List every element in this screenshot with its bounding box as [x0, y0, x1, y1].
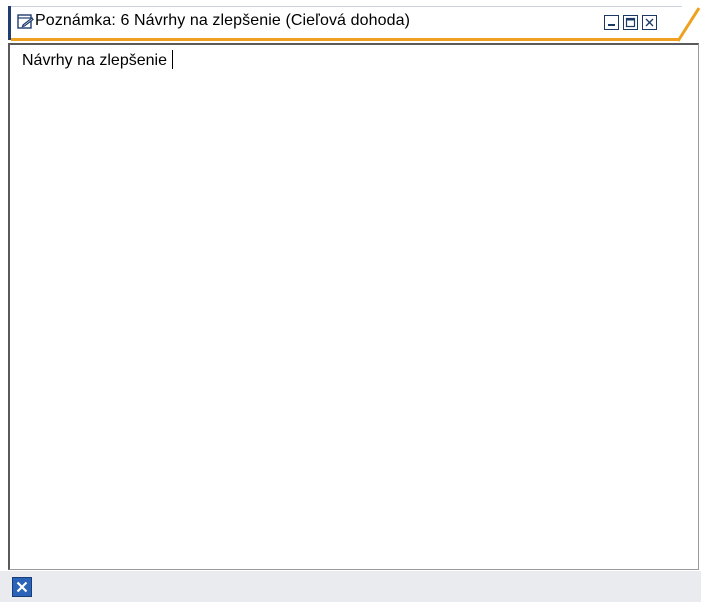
- cancel-button[interactable]: [12, 577, 32, 597]
- close-icon: [645, 18, 654, 27]
- minimize-icon: [608, 24, 615, 26]
- minimize-button[interactable]: [604, 15, 619, 30]
- title-bar-left-border: [8, 6, 11, 40]
- close-button[interactable]: [642, 15, 657, 30]
- title-bar-accent-slash: [676, 7, 700, 42]
- maximize-icon: [625, 17, 636, 28]
- note-window: Poznámka: 6 Návrhy na zlepšenie (Cieľová…: [0, 0, 701, 602]
- maximize-button[interactable]: [623, 15, 638, 30]
- note-text: Návrhy na zlepšenie: [22, 52, 167, 69]
- note-text-line[interactable]: Návrhy na zlepšenie: [22, 50, 173, 72]
- text-caret: [171, 50, 173, 69]
- title-bar-accent-line: [11, 38, 678, 41]
- close-icon: [16, 581, 28, 593]
- note-editor[interactable]: Návrhy na zlepšenie: [8, 43, 699, 570]
- title-bar[interactable]: Poznámka: 6 Návrhy na zlepšenie (Cieľová…: [8, 6, 701, 42]
- window-title: Poznámka: 6 Návrhy na zlepšenie (Cieľová…: [35, 12, 411, 29]
- title-bar-top-border: [8, 6, 682, 7]
- edit-note-icon: [17, 13, 34, 30]
- bottom-toolbar: [0, 571, 701, 602]
